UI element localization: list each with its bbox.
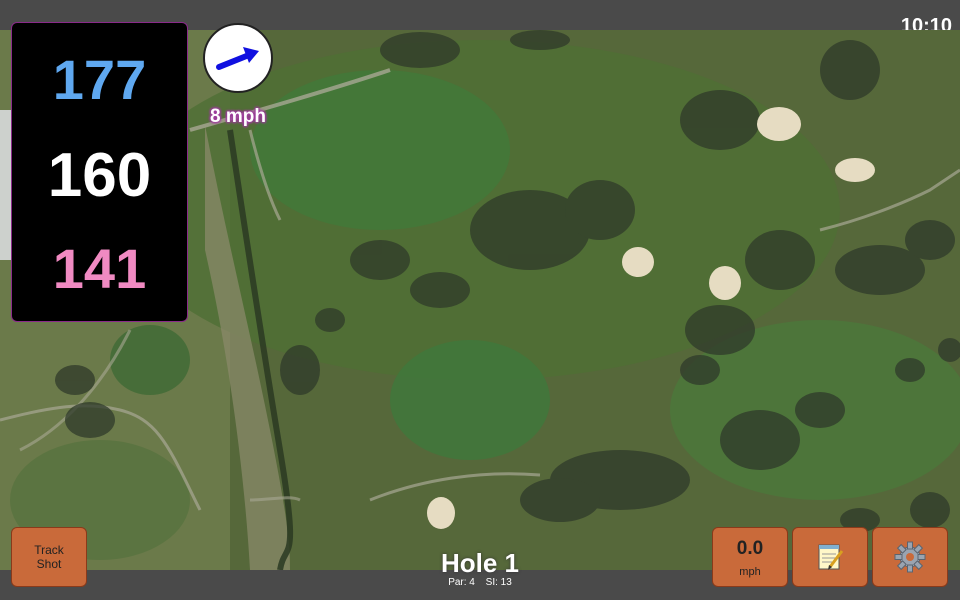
- wind-direction-indicator: [203, 23, 273, 93]
- wind-speed: 8 mph: [210, 106, 266, 127]
- notepad-icon: [818, 544, 844, 570]
- hole-info: Par: 4 SI: 13: [380, 577, 580, 588]
- track-shot-label-line1: Track: [34, 543, 64, 557]
- track-shot-button[interactable]: Track Shot: [11, 527, 87, 587]
- hole-par: Par: 4: [448, 577, 475, 588]
- notes-button[interactable]: [792, 527, 868, 587]
- arrow-icon: [216, 47, 259, 70]
- settings-button[interactable]: [872, 527, 948, 587]
- back-distance: 177: [52, 48, 147, 111]
- hole-title: Hole 1: [440, 548, 520, 578]
- middle-distance: 160: [47, 141, 152, 210]
- distance-panel: 177 160 141: [11, 22, 188, 322]
- speed-unit: mph: [739, 566, 761, 578]
- front-distance: 141: [52, 237, 147, 300]
- speed-value: 0.0: [736, 538, 764, 559]
- gear-icon: [894, 541, 926, 573]
- track-shot-label-line2: Shot: [36, 557, 62, 571]
- speed-button[interactable]: 0.0 mph: [712, 527, 788, 587]
- hole-stroke-index: SI: 13: [485, 577, 512, 588]
